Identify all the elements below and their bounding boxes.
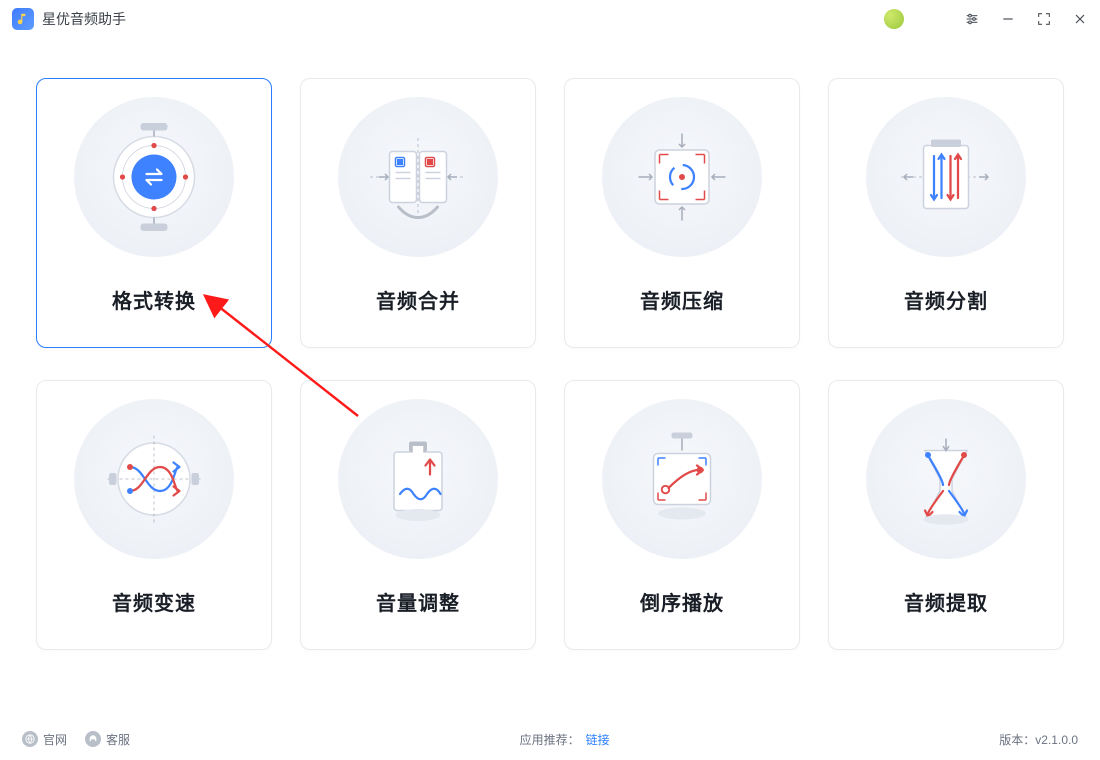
volume-adjust-icon [338,399,498,559]
recommend-link[interactable]: 链接 [586,731,610,748]
audio-extract-icon [866,399,1026,559]
reverse-play-icon [602,399,762,559]
card-audio-speed[interactable]: 音频变速 [36,380,272,650]
maximize-icon[interactable] [1036,11,1052,27]
card-audio-split[interactable]: 音频分割 [828,78,1064,348]
card-label: 音频合并 [376,285,460,314]
website-link[interactable]: 官网 [22,731,67,748]
app-logo-icon [12,8,34,30]
card-label: 音频压缩 [640,285,724,314]
globe-icon [22,731,38,747]
footer-right: 版本：v2.1.0.0 [999,731,1078,748]
feature-grid: 格式转换 [36,78,1064,650]
minimize-icon[interactable] [1000,11,1016,27]
user-avatar[interactable] [884,9,904,29]
website-label: 官网 [43,731,67,748]
avatar-icon [884,9,904,29]
recommend-label: 应用推荐： [520,731,580,748]
card-label: 音频分割 [904,285,988,314]
format-convert-icon [74,97,234,257]
card-label: 倒序播放 [640,587,724,616]
app-title: 星优音频助手 [42,9,126,29]
audio-speed-icon [74,399,234,559]
audio-compress-icon [602,97,762,257]
audio-merge-icon [338,97,498,257]
card-volume-adjust[interactable]: 音量调整 [300,380,536,650]
settings-icon[interactable] [964,11,980,27]
close-icon[interactable] [1072,11,1088,27]
card-label: 音频提取 [904,587,988,616]
title-bar: 星优音频助手 [0,0,1100,38]
version-value: v2.1.0.0 [1035,733,1078,747]
audio-split-icon [866,97,1026,257]
card-audio-compress[interactable]: 音频压缩 [564,78,800,348]
card-label: 格式转换 [112,285,196,314]
footer: 官网 客服 应用推荐： 链接 版本：v2.1.0.0 [0,718,1100,760]
support-label: 客服 [106,731,130,748]
title-right [884,9,1088,29]
card-audio-merge[interactable]: 音频合并 [300,78,536,348]
card-label: 音量调整 [376,587,460,616]
footer-left: 官网 客服 [22,731,130,748]
title-left: 星优音频助手 [12,8,126,30]
card-audio-extract[interactable]: 音频提取 [828,380,1064,650]
support-link[interactable]: 客服 [85,731,130,748]
card-format-convert[interactable]: 格式转换 [36,78,272,348]
card-reverse-play[interactable]: 倒序播放 [564,380,800,650]
headset-icon [85,731,101,747]
version-label: 版本： [999,733,1035,747]
footer-center: 应用推荐： 链接 [520,731,610,748]
card-label: 音频变速 [112,587,196,616]
main-content: 格式转换 [0,38,1100,718]
